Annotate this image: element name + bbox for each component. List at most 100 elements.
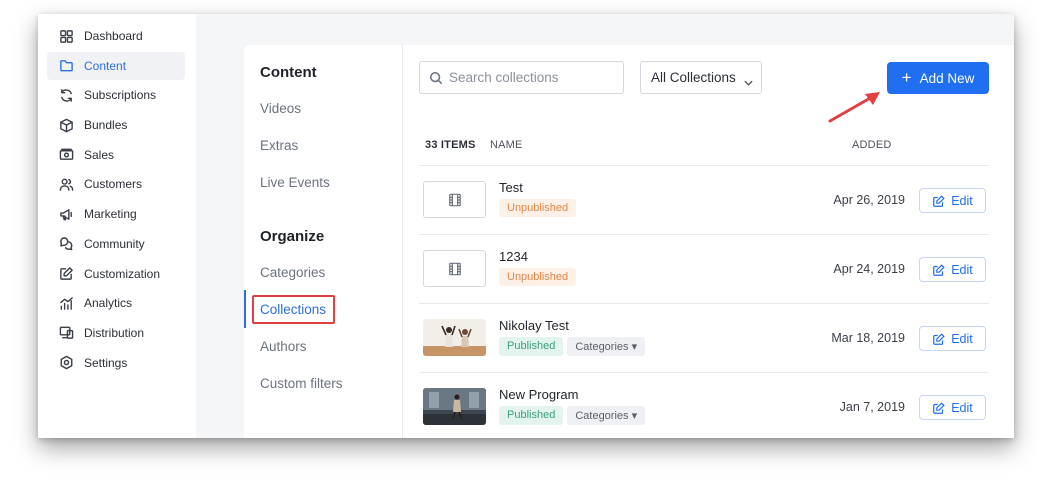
table-row[interactable]: Nikolay Test Published Categories ▾ Mar … [419, 304, 989, 373]
status-badge: Published [499, 406, 564, 425]
gear-icon [58, 355, 74, 371]
sidebar-item-label: Community [84, 236, 145, 251]
subnav-link-extras[interactable]: Extras [260, 138, 298, 153]
sidebar-item-community[interactable]: Community [47, 230, 185, 258]
money-icon [58, 147, 74, 163]
box-icon [58, 117, 74, 133]
sidebar-item-customization[interactable]: Customization [47, 260, 185, 288]
sidebar-item-customers[interactable]: Customers [47, 170, 185, 198]
column-header-name[interactable]: NAME [490, 139, 523, 151]
sidebar-item-label: Customization [84, 266, 161, 281]
sidebar-item-label: Distribution [84, 325, 145, 340]
subnav-link-categories[interactable]: Categories [260, 265, 325, 280]
sidebar-item-settings[interactable]: Settings [47, 349, 185, 377]
edit-button[interactable]: Edit [919, 257, 986, 282]
edit-button[interactable]: Edit [919, 188, 986, 213]
categories-dropdown[interactable]: Categories ▾ [567, 406, 646, 425]
edit-label: Edit [951, 400, 973, 415]
row-title[interactable]: Nikolay Test [499, 318, 569, 333]
subnav-link-custom-filters[interactable]: Custom filters [260, 376, 343, 391]
sidebar-item-analytics[interactable]: Analytics [47, 289, 185, 317]
categories-dropdown[interactable]: Categories ▾ [567, 337, 646, 356]
edit-icon [933, 401, 945, 414]
add-new-button[interactable]: + Add New [887, 62, 989, 94]
sidebar-item-content[interactable]: Content [47, 51, 185, 80]
categories-label: Categories [575, 410, 629, 422]
filter-label: All Collections [651, 70, 736, 85]
search-field[interactable] [419, 61, 624, 94]
annotation-arrow [828, 92, 880, 123]
sidebar-item-label: Bundles [84, 118, 128, 133]
chat-icon [58, 236, 74, 252]
refresh-icon [58, 87, 74, 103]
dashboard-icon [58, 28, 74, 44]
edit-icon [933, 194, 945, 207]
photo-studio [423, 388, 486, 425]
film-icon [448, 193, 461, 206]
edit-icon [933, 332, 945, 345]
search-icon [429, 71, 443, 84]
status-badge: Published [499, 337, 564, 356]
edit-label: Edit [951, 331, 973, 346]
row-thumbnail [423, 319, 486, 356]
row-title[interactable]: 1234 [499, 249, 528, 264]
sidebar-item-dashboard[interactable]: Dashboard [47, 22, 185, 50]
subnav-link-authors[interactable]: Authors [260, 339, 307, 354]
add-new-label: Add New [919, 70, 975, 86]
search-input[interactable] [449, 70, 619, 85]
sidebar-item-label: Customers [84, 177, 143, 192]
edit-button[interactable]: Edit [919, 326, 986, 351]
subnav-link-videos[interactable]: Videos [260, 101, 301, 116]
status-badge: Unpublished [499, 199, 577, 217]
table-row[interactable]: Test Unpublished Apr 26, 2019 Edit [419, 166, 989, 235]
app-window: Dashboard Content Subscriptions Bundles … [38, 14, 1014, 438]
sidebar-item-label: Subscriptions [84, 88, 157, 103]
chevron-down-icon [744, 74, 753, 86]
collections-filter-dropdown[interactable]: All Collections [640, 61, 762, 94]
subnav-link-collections[interactable]: Collections [260, 302, 326, 317]
row-thumbnail [423, 181, 486, 218]
analytics-icon [58, 295, 74, 311]
edit-icon [933, 263, 945, 276]
sidebar-item-sales[interactable]: Sales [47, 141, 185, 169]
content-subnav: Content Videos Extras Live Events Organi… [244, 45, 403, 438]
main-sidebar: Dashboard Content Subscriptions Bundles … [38, 14, 196, 438]
edit-button[interactable]: Edit [919, 395, 986, 420]
row-date: Jan 7, 2019 [839, 400, 905, 414]
edit-label: Edit [951, 193, 973, 208]
table-row[interactable]: 1234 Unpublished Apr 24, 2019 Edit [419, 235, 989, 304]
sidebar-item-label: Sales [84, 147, 115, 162]
sidebar-item-marketing[interactable]: Marketing [47, 200, 185, 228]
items-count: 33 ITEMS [425, 139, 476, 151]
table-row[interactable]: New Program Published Categories ▾ Jan 7… [419, 373, 989, 438]
row-thumbnail [423, 250, 486, 287]
caret-down-icon: ▾ [631, 410, 638, 422]
sidebar-item-distribution[interactable]: Distribution [47, 319, 185, 347]
megaphone-icon [58, 206, 74, 222]
collections-main: All Collections + Add New 33 ITEMS NAME … [404, 45, 1014, 438]
film-icon [448, 262, 461, 275]
edit-label: Edit [951, 262, 973, 277]
row-title[interactable]: New Program [499, 387, 578, 402]
row-tags: Unpublished [499, 199, 580, 217]
row-tags: Unpublished [499, 268, 580, 286]
sidebar-item-label: Settings [84, 355, 128, 370]
row-tags: Published Categories ▾ [499, 337, 649, 356]
row-date: Apr 24, 2019 [833, 262, 905, 276]
row-tags: Published Categories ▾ [499, 406, 649, 425]
subnav-link-live-events[interactable]: Live Events [260, 175, 330, 190]
row-title[interactable]: Test [499, 180, 523, 195]
subnav-heading-organize: Organize [260, 228, 325, 245]
devices-icon [58, 325, 74, 341]
status-badge: Unpublished [499, 268, 577, 286]
row-thumbnail [423, 388, 486, 425]
plus-icon: + [901, 67, 912, 87]
column-header-added[interactable]: ADDED [852, 139, 892, 151]
edit-square-icon [58, 266, 74, 282]
sidebar-item-label: Dashboard [84, 29, 143, 43]
sidebar-item-bundles[interactable]: Bundles [47, 111, 185, 139]
row-date: Apr 26, 2019 [833, 193, 905, 207]
sidebar-item-subscriptions[interactable]: Subscriptions [47, 81, 185, 109]
folder-icon [58, 58, 74, 74]
categories-label: Categories [575, 341, 629, 353]
